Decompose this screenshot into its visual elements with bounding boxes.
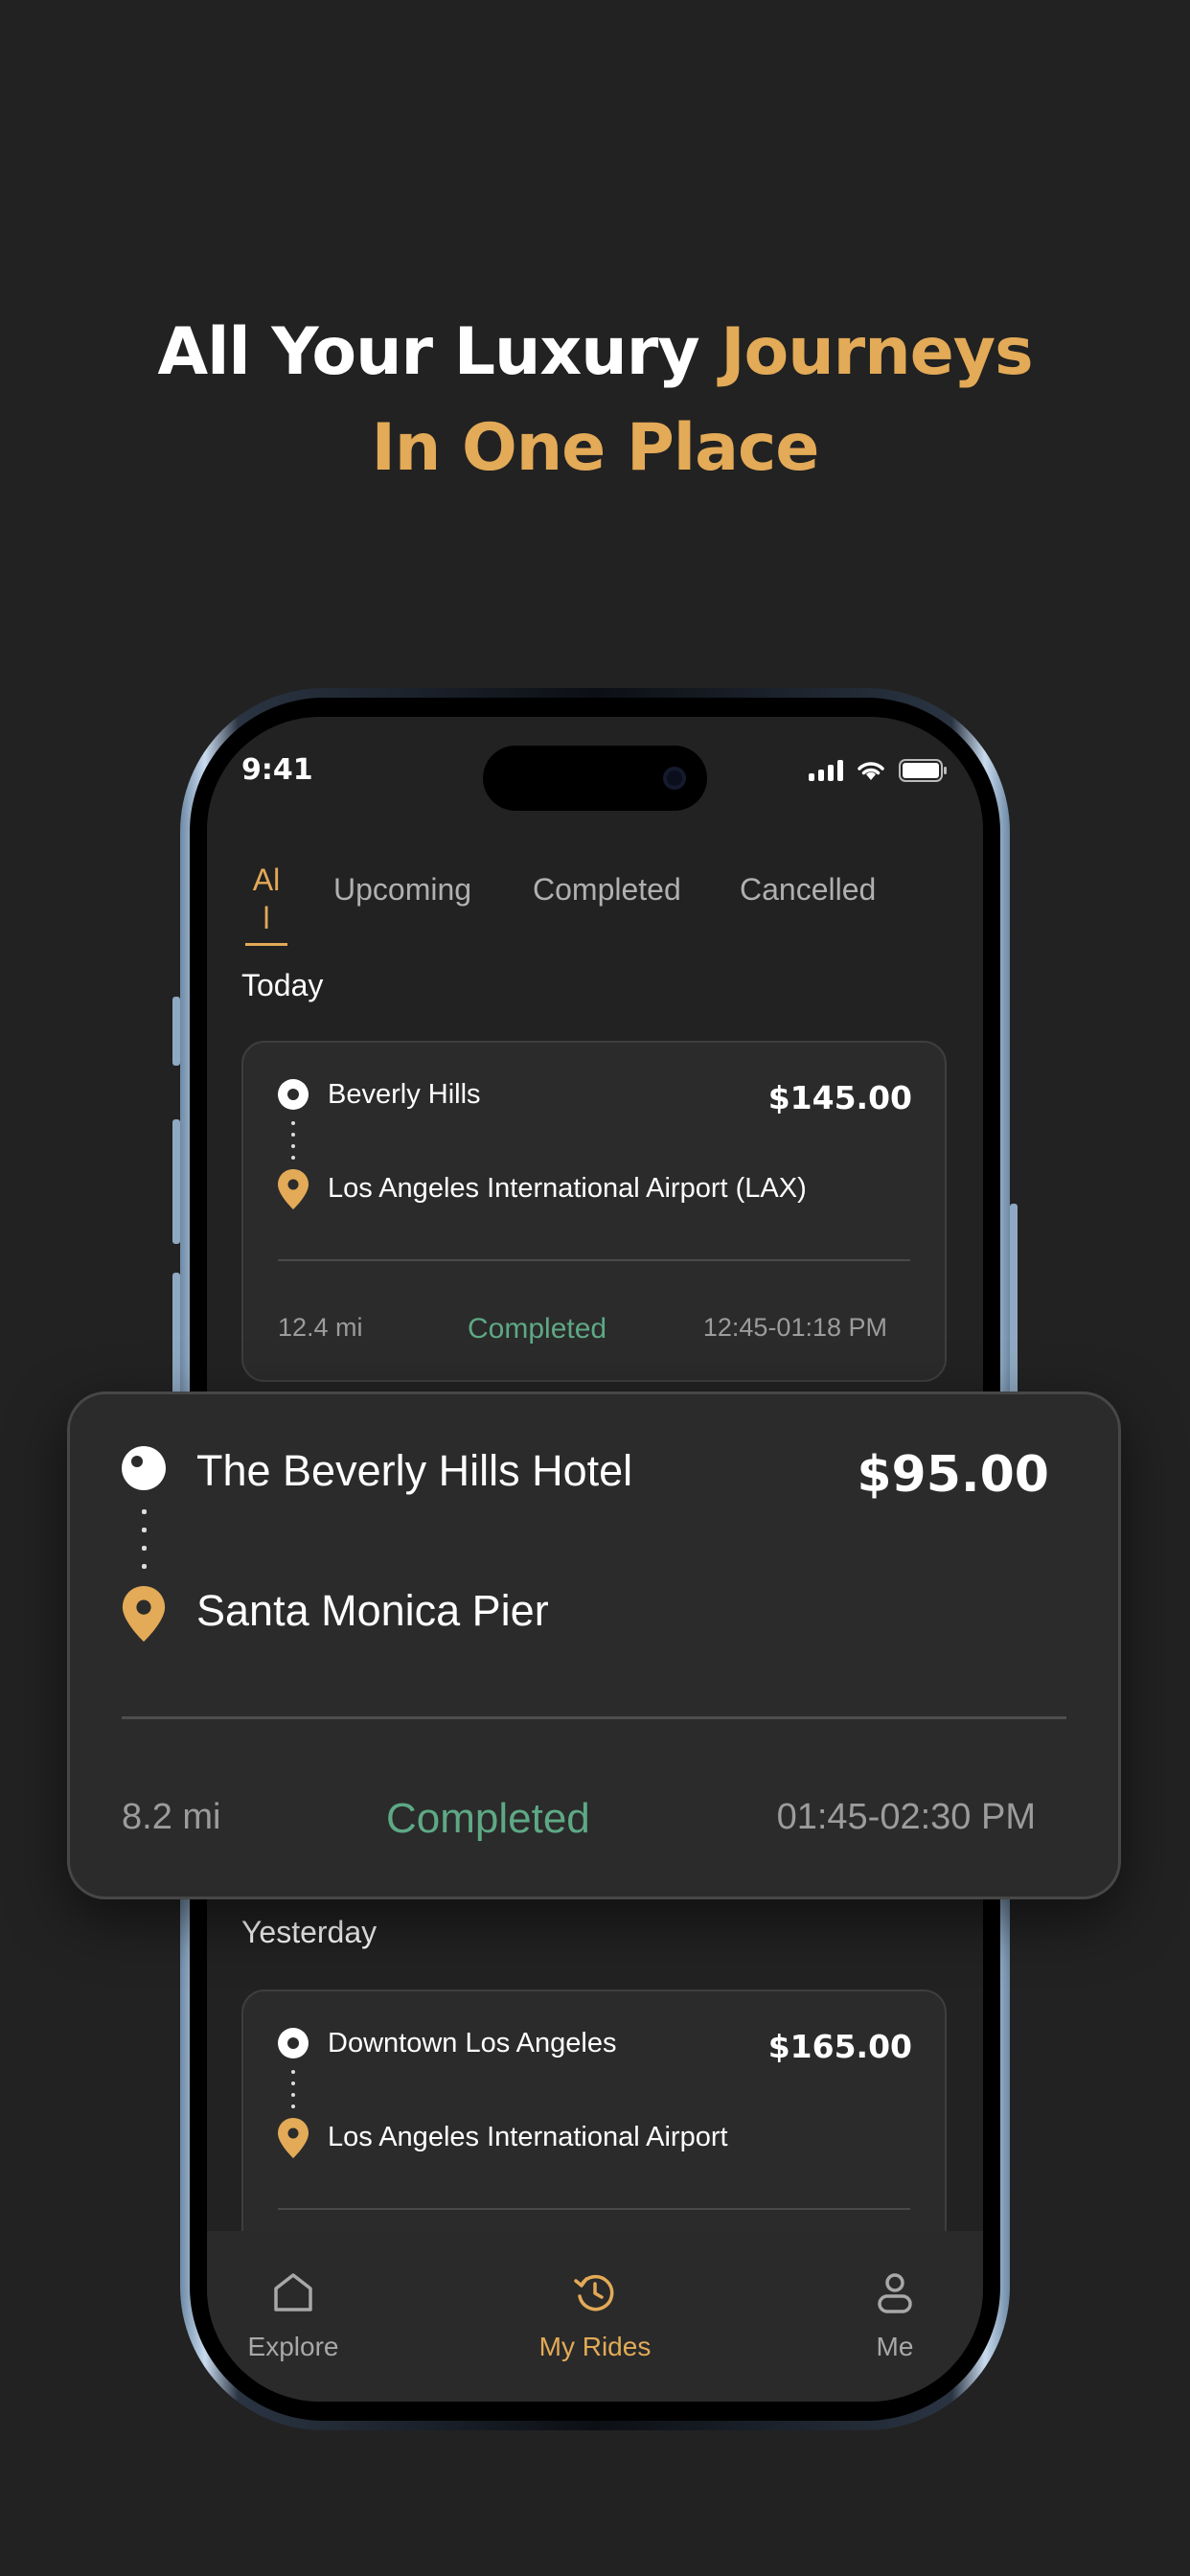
phone-action-button xyxy=(172,997,180,1066)
origin-dot-icon xyxy=(278,2028,309,2058)
card-divider xyxy=(278,1259,910,1261)
ride-filter-tabs: Al l Upcoming Completed Cancelled xyxy=(245,861,945,946)
headline-line-1: All Your Luxury Journeys xyxy=(0,305,1190,401)
tab-upcoming[interactable]: Upcoming xyxy=(333,872,471,908)
phone-power-button xyxy=(1010,1204,1018,1405)
location-pin-icon xyxy=(278,2118,309,2158)
ride-origin: The Beverly Hills Hotel xyxy=(196,1446,633,1495)
section-label-today: Today xyxy=(241,968,324,1002)
history-icon xyxy=(574,2274,614,2312)
nav-explore[interactable]: Explore xyxy=(236,2269,351,2362)
ride-time: 01:45-02:30 PM xyxy=(776,1797,1036,1837)
ride-status: Completed xyxy=(468,1313,607,1345)
headline-line-2: In One Place xyxy=(371,410,820,486)
nav-explore-label: Explore xyxy=(247,2332,339,2361)
headline-white-text: All Your Luxury xyxy=(157,314,721,390)
nav-my-rides-label: My Rides xyxy=(538,2332,652,2361)
ride-destination: Los Angeles International Airport xyxy=(328,2122,728,2152)
origin-dot-icon xyxy=(278,1079,309,1110)
ride-destination: Santa Monica Pier xyxy=(196,1586,549,1635)
ride-status: Completed xyxy=(386,1795,590,1842)
camera-icon xyxy=(663,767,686,790)
nav-me[interactable]: Me xyxy=(857,2269,933,2362)
ride-destination: Los Angeles International Airport (LAX) xyxy=(328,1173,807,1204)
route-dots xyxy=(291,1121,295,1167)
card-divider xyxy=(278,2208,910,2210)
phone-volume-up-button xyxy=(172,1119,180,1244)
ride-card[interactable]: Beverly Hills Los Angeles International … xyxy=(241,1041,947,1382)
nav-my-rides[interactable]: My Rides xyxy=(523,2269,667,2362)
route-dots xyxy=(142,1509,147,1582)
section-label-yesterday: Yesterday xyxy=(241,1915,378,1949)
cellular-signal-icon xyxy=(809,760,843,781)
wifi-icon xyxy=(858,762,884,780)
ride-price: $145.00 xyxy=(767,1079,912,1116)
headline: All Your Luxury Journeys In One Place xyxy=(0,305,1190,496)
phone-volume-down-button xyxy=(172,1273,180,1397)
location-pin-icon xyxy=(122,1586,166,1642)
ride-time: 12:45-01:18 PM xyxy=(702,1313,887,1342)
bottom-navigation: Explore My Rides Me xyxy=(207,2231,983,2402)
ride-price: $95.00 xyxy=(857,1446,1049,1504)
ride-price: $165.00 xyxy=(767,2028,912,2065)
status-icons xyxy=(809,759,949,782)
nav-me-label: Me xyxy=(876,2332,914,2361)
card-divider xyxy=(122,1716,1066,1719)
route-dots xyxy=(291,2070,295,2116)
tab-all-underline xyxy=(245,943,287,946)
dynamic-island xyxy=(483,746,707,811)
ride-distance: 12.4 mi xyxy=(278,1313,363,1342)
ride-origin: Beverly Hills xyxy=(328,1079,481,1110)
tab-all[interactable]: Al l xyxy=(245,861,287,937)
ride-distance: 8.2 mi xyxy=(122,1797,221,1837)
person-icon xyxy=(878,2273,912,2313)
origin-dot-icon xyxy=(122,1446,166,1490)
battery-icon xyxy=(899,759,947,782)
tab-cancelled[interactable]: Cancelled xyxy=(740,872,876,908)
tab-completed[interactable]: Completed xyxy=(533,872,681,908)
headline-gold-text: Journeys xyxy=(721,314,1033,390)
featured-ride-card[interactable]: The Beverly Hills Hotel Santa Monica Pie… xyxy=(67,1392,1121,1899)
status-time: 9:41 xyxy=(241,753,313,787)
ride-origin: Downtown Los Angeles xyxy=(328,2028,617,2058)
location-pin-icon xyxy=(278,1169,309,1209)
home-icon xyxy=(274,2273,312,2312)
